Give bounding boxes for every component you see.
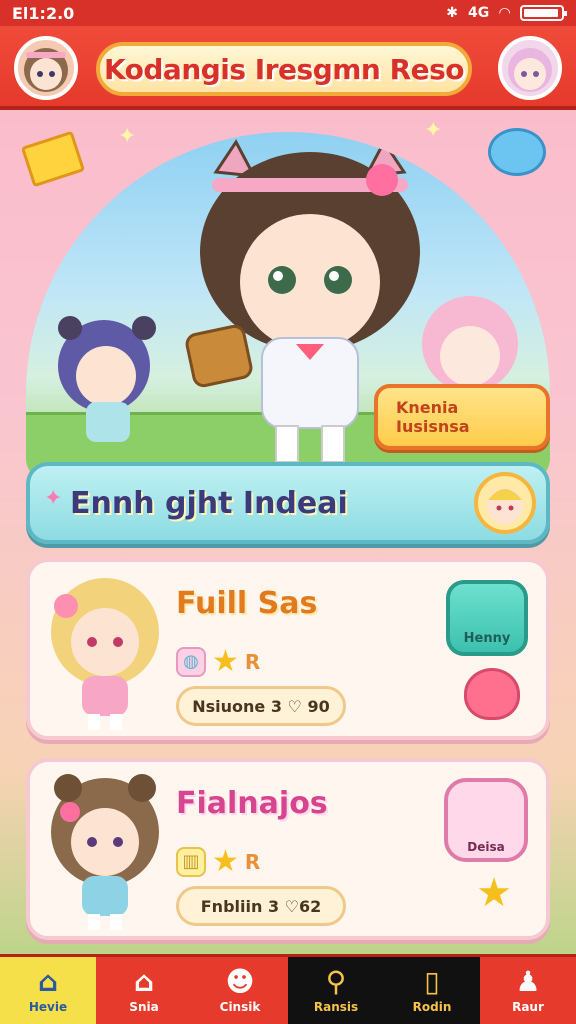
- character-icon: ☻: [225, 964, 255, 998]
- profile-icon: ♟: [515, 964, 541, 998]
- fruit-icon: [464, 668, 520, 720]
- star-icon: ★: [212, 644, 239, 679]
- nav-characters[interactable]: ☻ Cinsik: [192, 957, 288, 1024]
- search-icon: ⚲: [325, 964, 347, 998]
- character-card[interactable]: Fialnajos ▥ ★ R Fnbliin 3 ♡62 Deisa ★: [26, 758, 550, 940]
- nav-label: Cinsik: [219, 999, 261, 1014]
- rarity-label: R: [244, 649, 261, 674]
- stat-pill: Fnbliin 3 ♡62: [176, 886, 346, 926]
- stat-pill: Nsiuone 3 ♡ 90: [176, 686, 346, 726]
- hero-scene[interactable]: Knenia Iusisnsa: [26, 132, 550, 482]
- star-icon: ★: [476, 870, 512, 916]
- status-time: El1:2.0: [12, 3, 75, 23]
- character-name: Fialnajos: [176, 786, 328, 821]
- bluetooth-icon: ✱: [446, 5, 458, 21]
- nav-profile[interactable]: ♟ Raur: [480, 957, 576, 1024]
- nav-home[interactable]: ⌂ Hevie: [0, 957, 96, 1024]
- event-banner[interactable]: ✦ Ennh gjht Indeai: [26, 462, 550, 544]
- event-avatar: [474, 472, 536, 534]
- header: Kodangis Iresgmn Reso: [0, 26, 576, 110]
- friend-portrait-button[interactable]: Deisa: [444, 778, 528, 862]
- nav-label: Snia: [129, 999, 159, 1014]
- nav-label: Ransis: [313, 999, 359, 1014]
- star-icon: ★: [212, 844, 239, 879]
- jar-icon: ▥: [176, 846, 206, 877]
- nav-search[interactable]: ⚲ Ransis: [288, 957, 384, 1024]
- nav-label: Rodin: [412, 999, 452, 1014]
- home-icon: ⌂: [37, 964, 59, 998]
- nav-book[interactable]: ▯ Rodin: [384, 957, 480, 1024]
- nav-label: Hevie: [28, 999, 68, 1014]
- bottom-nav: ⌂ Hevie ⌂ Snia ☻ Cinsik ⚲ Ransis ▯ Rodin…: [0, 954, 576, 1024]
- signal-icon: 4G: [467, 5, 490, 21]
- battery-icon: [520, 5, 567, 21]
- character-stats: ◍ ★ R: [176, 644, 260, 679]
- nav-label: Raur: [512, 999, 544, 1014]
- character-name: Fuill Sas: [176, 586, 318, 621]
- wifi-icon: ◠: [499, 5, 510, 21]
- character-card[interactable]: Fuill Sas ◍ ★ R Nsiuone 3 ♡ 90 Henny: [26, 558, 550, 740]
- book-icon: ▯: [424, 964, 440, 998]
- potion-icon: ◍: [176, 646, 206, 677]
- status-icons: ✱ 4G ◠: [446, 5, 567, 21]
- friend-avatar[interactable]: [498, 36, 562, 100]
- status-bar: El1:2.0 ✱ 4G ◠: [0, 0, 576, 26]
- rarity-label: R: [244, 849, 261, 874]
- event-title: Ennh gjht Indeai: [70, 485, 348, 521]
- nav-shop[interactable]: ⌂ Snia: [96, 957, 192, 1024]
- frog-button[interactable]: Henny: [446, 580, 528, 656]
- frog-button-label: Henny: [463, 631, 511, 646]
- character-portrait: [40, 772, 170, 932]
- friend-portrait-label: Deisa: [467, 840, 505, 854]
- character-portrait: [40, 572, 170, 732]
- player-avatar[interactable]: [14, 36, 78, 100]
- event-star-icon: ✦: [44, 486, 63, 511]
- hero-badge[interactable]: Knenia Iusisnsa: [374, 384, 550, 450]
- game-title: Kodangis Iresgmn Reso: [96, 42, 472, 96]
- shop-icon: ⌂: [133, 964, 155, 998]
- character-stats: ▥ ★ R: [176, 844, 260, 879]
